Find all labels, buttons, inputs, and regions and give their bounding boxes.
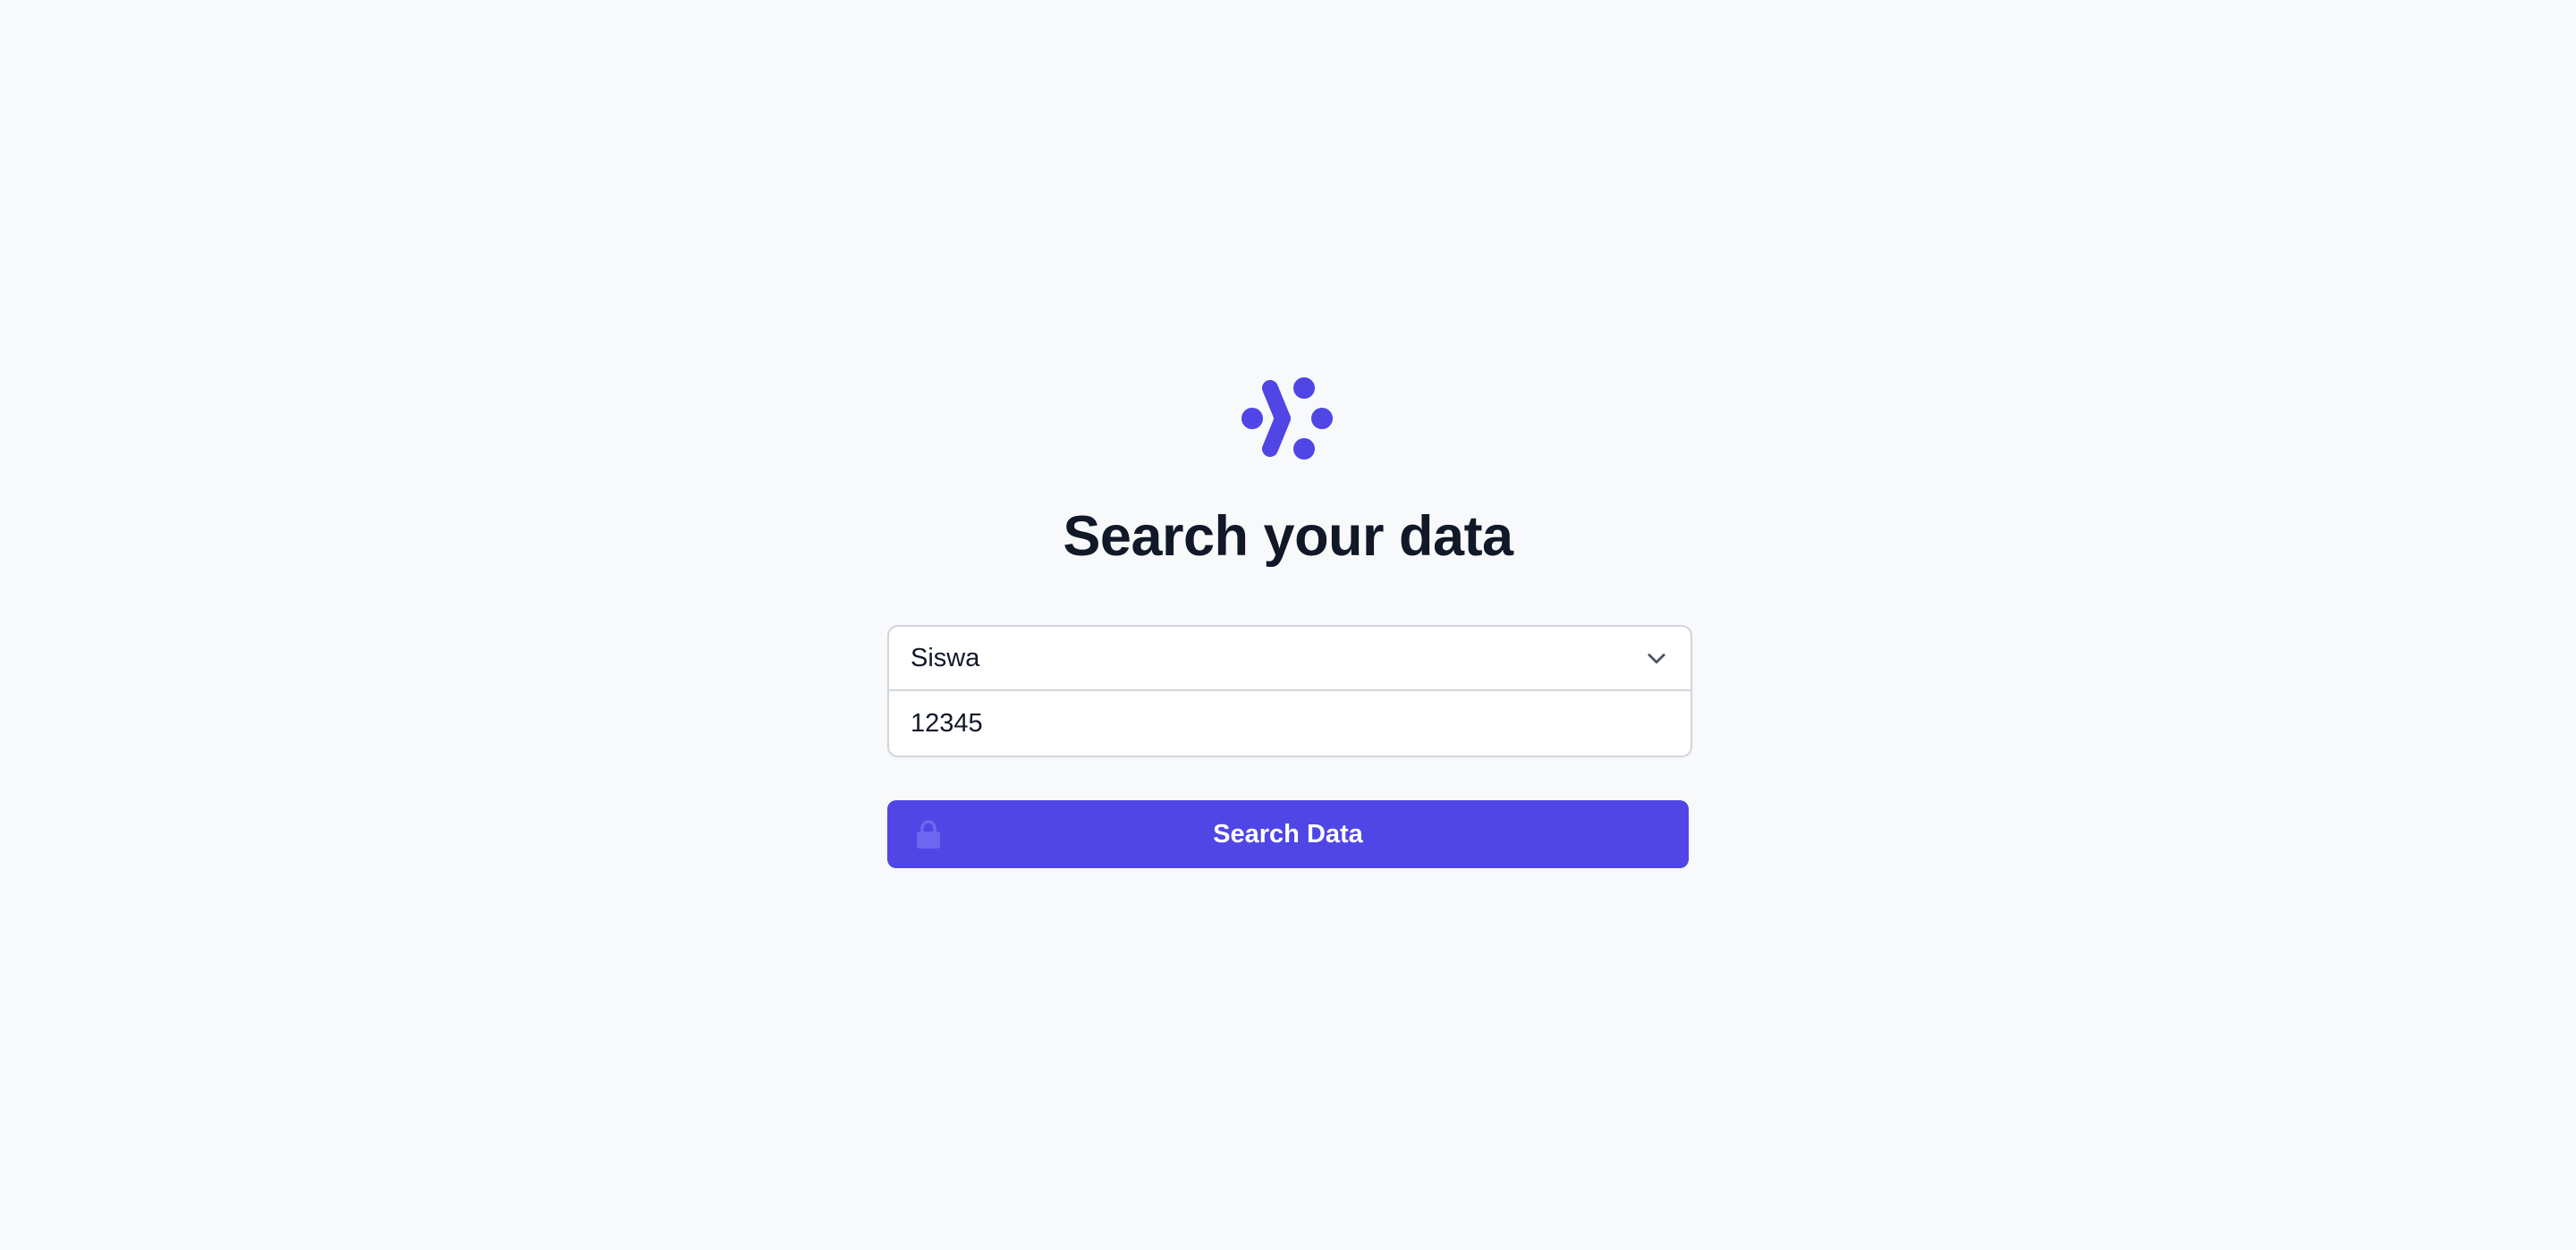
search-input[interactable] <box>911 708 1669 739</box>
search-page: Search your data Siswa Search Data <box>0 0 2576 1250</box>
search-form: Siswa <box>887 625 1692 758</box>
logo-icon <box>1241 377 1333 460</box>
search-input-row <box>889 691 1690 756</box>
category-select-value: Siswa <box>911 643 980 672</box>
search-data-button-label: Search Data <box>1213 819 1363 849</box>
chevron-down-icon <box>1648 654 1665 664</box>
category-select[interactable]: Siswa <box>889 627 1690 692</box>
search-card: Search your data Siswa Search Data <box>887 376 1692 869</box>
search-data-button[interactable]: Search Data <box>887 800 1689 869</box>
lock-icon <box>917 820 940 849</box>
page-title: Search your data <box>1063 505 1513 568</box>
